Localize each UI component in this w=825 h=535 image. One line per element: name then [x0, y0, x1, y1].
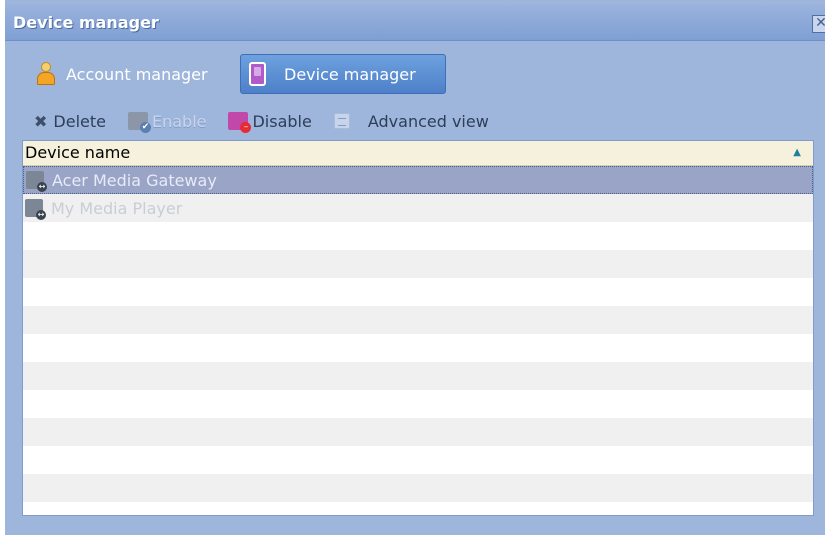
media-device-icon: [25, 199, 46, 220]
empty-row: [23, 250, 813, 278]
device-rows: Acer Media Gateway My Media Player: [23, 166, 813, 515]
title-bar: Device manager ✕: [5, 4, 825, 41]
enable-label: Enable: [151, 111, 207, 131]
empty-row: [23, 362, 813, 390]
empty-row: [23, 502, 813, 515]
tab-bar: Account manager Device manager: [22, 54, 492, 94]
table-row[interactable]: Acer Media Gateway: [23, 166, 813, 194]
empty-row: [23, 474, 813, 502]
device-name-cell: Acer Media Gateway: [52, 170, 217, 190]
empty-row: [23, 418, 813, 446]
device-name-cell: My Media Player: [51, 198, 183, 218]
empty-row: [23, 278, 813, 306]
close-button[interactable]: ✕: [812, 15, 825, 33]
enable-button[interactable]: ✔ Enable: [127, 111, 207, 133]
column-header-label: Device name: [25, 143, 131, 162]
tab-device-manager[interactable]: Device manager: [240, 54, 446, 94]
delete-label: Delete: [53, 111, 106, 131]
column-header-device-name[interactable]: Device name ▲: [23, 141, 813, 166]
close-icon: ✕: [815, 15, 825, 31]
tab-account-manager[interactable]: Account manager: [36, 54, 208, 94]
delete-icon: ✖: [34, 111, 48, 131]
empty-row: [23, 306, 813, 334]
tab-account-manager-label: Account manager: [66, 64, 208, 84]
list-view-icon: [333, 113, 350, 129]
disable-button[interactable]: – Disable: [228, 111, 312, 133]
window-title: Device manager: [13, 13, 159, 32]
advanced-view-button[interactable]: Advanced view: [333, 111, 489, 131]
sort-ascending-icon: ▲: [793, 147, 801, 158]
delete-button[interactable]: ✖ Delete: [34, 112, 106, 131]
empty-row: [23, 446, 813, 474]
empty-row: [23, 222, 813, 250]
device-grid: Device name ▲ Acer Media Gateway My Medi…: [22, 140, 814, 516]
empty-row: [23, 334, 813, 362]
media-device-icon: [26, 171, 47, 192]
person-icon: [36, 61, 56, 87]
tab-device-manager-label: Device manager: [284, 64, 416, 84]
toolbar: ✖ Delete ✔ Enable – Disable Advanced vie…: [34, 109, 511, 133]
advanced-view-label: Advanced view: [367, 111, 489, 131]
disable-label: Disable: [252, 111, 312, 131]
disable-device-icon: –: [228, 112, 252, 133]
device-icon: [249, 62, 266, 86]
table-row[interactable]: My Media Player: [23, 194, 813, 222]
empty-row: [23, 390, 813, 418]
enable-device-icon: ✔: [127, 112, 151, 133]
